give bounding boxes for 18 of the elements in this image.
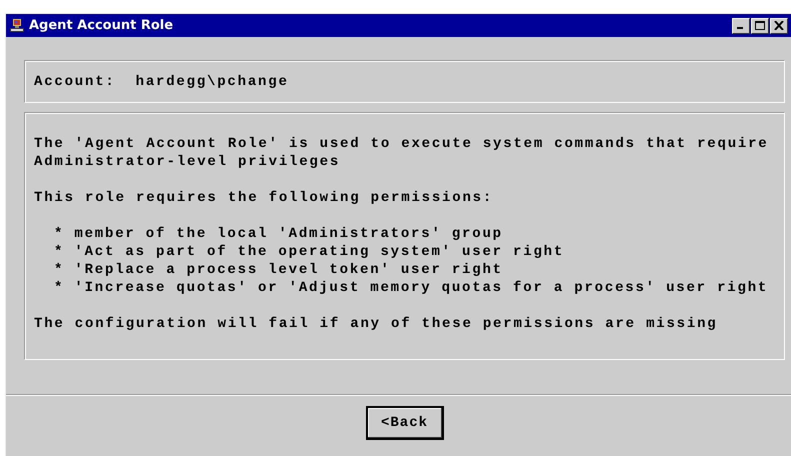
close-button[interactable]: [770, 18, 788, 34]
account-label: Account:: [34, 74, 116, 90]
permissions-heading: This role requires the following permissions:: [34, 189, 494, 207]
permission-item: * member of the local 'Administrators' group: [54, 225, 504, 243]
account-value: hardegg\pchange: [136, 74, 289, 90]
computer-icon: [9, 18, 25, 34]
warning-text: The configuration will fail if any of these permissions are missing: [34, 315, 718, 333]
description-text: The 'Agent Account Role' is used to execute system commands that require: [34, 135, 770, 153]
minimize-button[interactable]: [732, 18, 750, 34]
close-icon: [774, 21, 784, 30]
description-text: Administrator-level privileges: [34, 153, 342, 171]
permission-item: * 'Increase quotas' or 'Adjust memory quotas for a process' user right: [54, 279, 770, 297]
maximize-icon: [755, 21, 765, 30]
back-button[interactable]: <Back: [366, 407, 442, 439]
window-title: Agent Account Role: [29, 18, 174, 33]
maximize-button[interactable]: [751, 18, 769, 34]
permission-item: * 'Act as part of the operating system' user right: [54, 243, 566, 261]
permission-item: * 'Replace a process level token' user right: [54, 261, 504, 279]
